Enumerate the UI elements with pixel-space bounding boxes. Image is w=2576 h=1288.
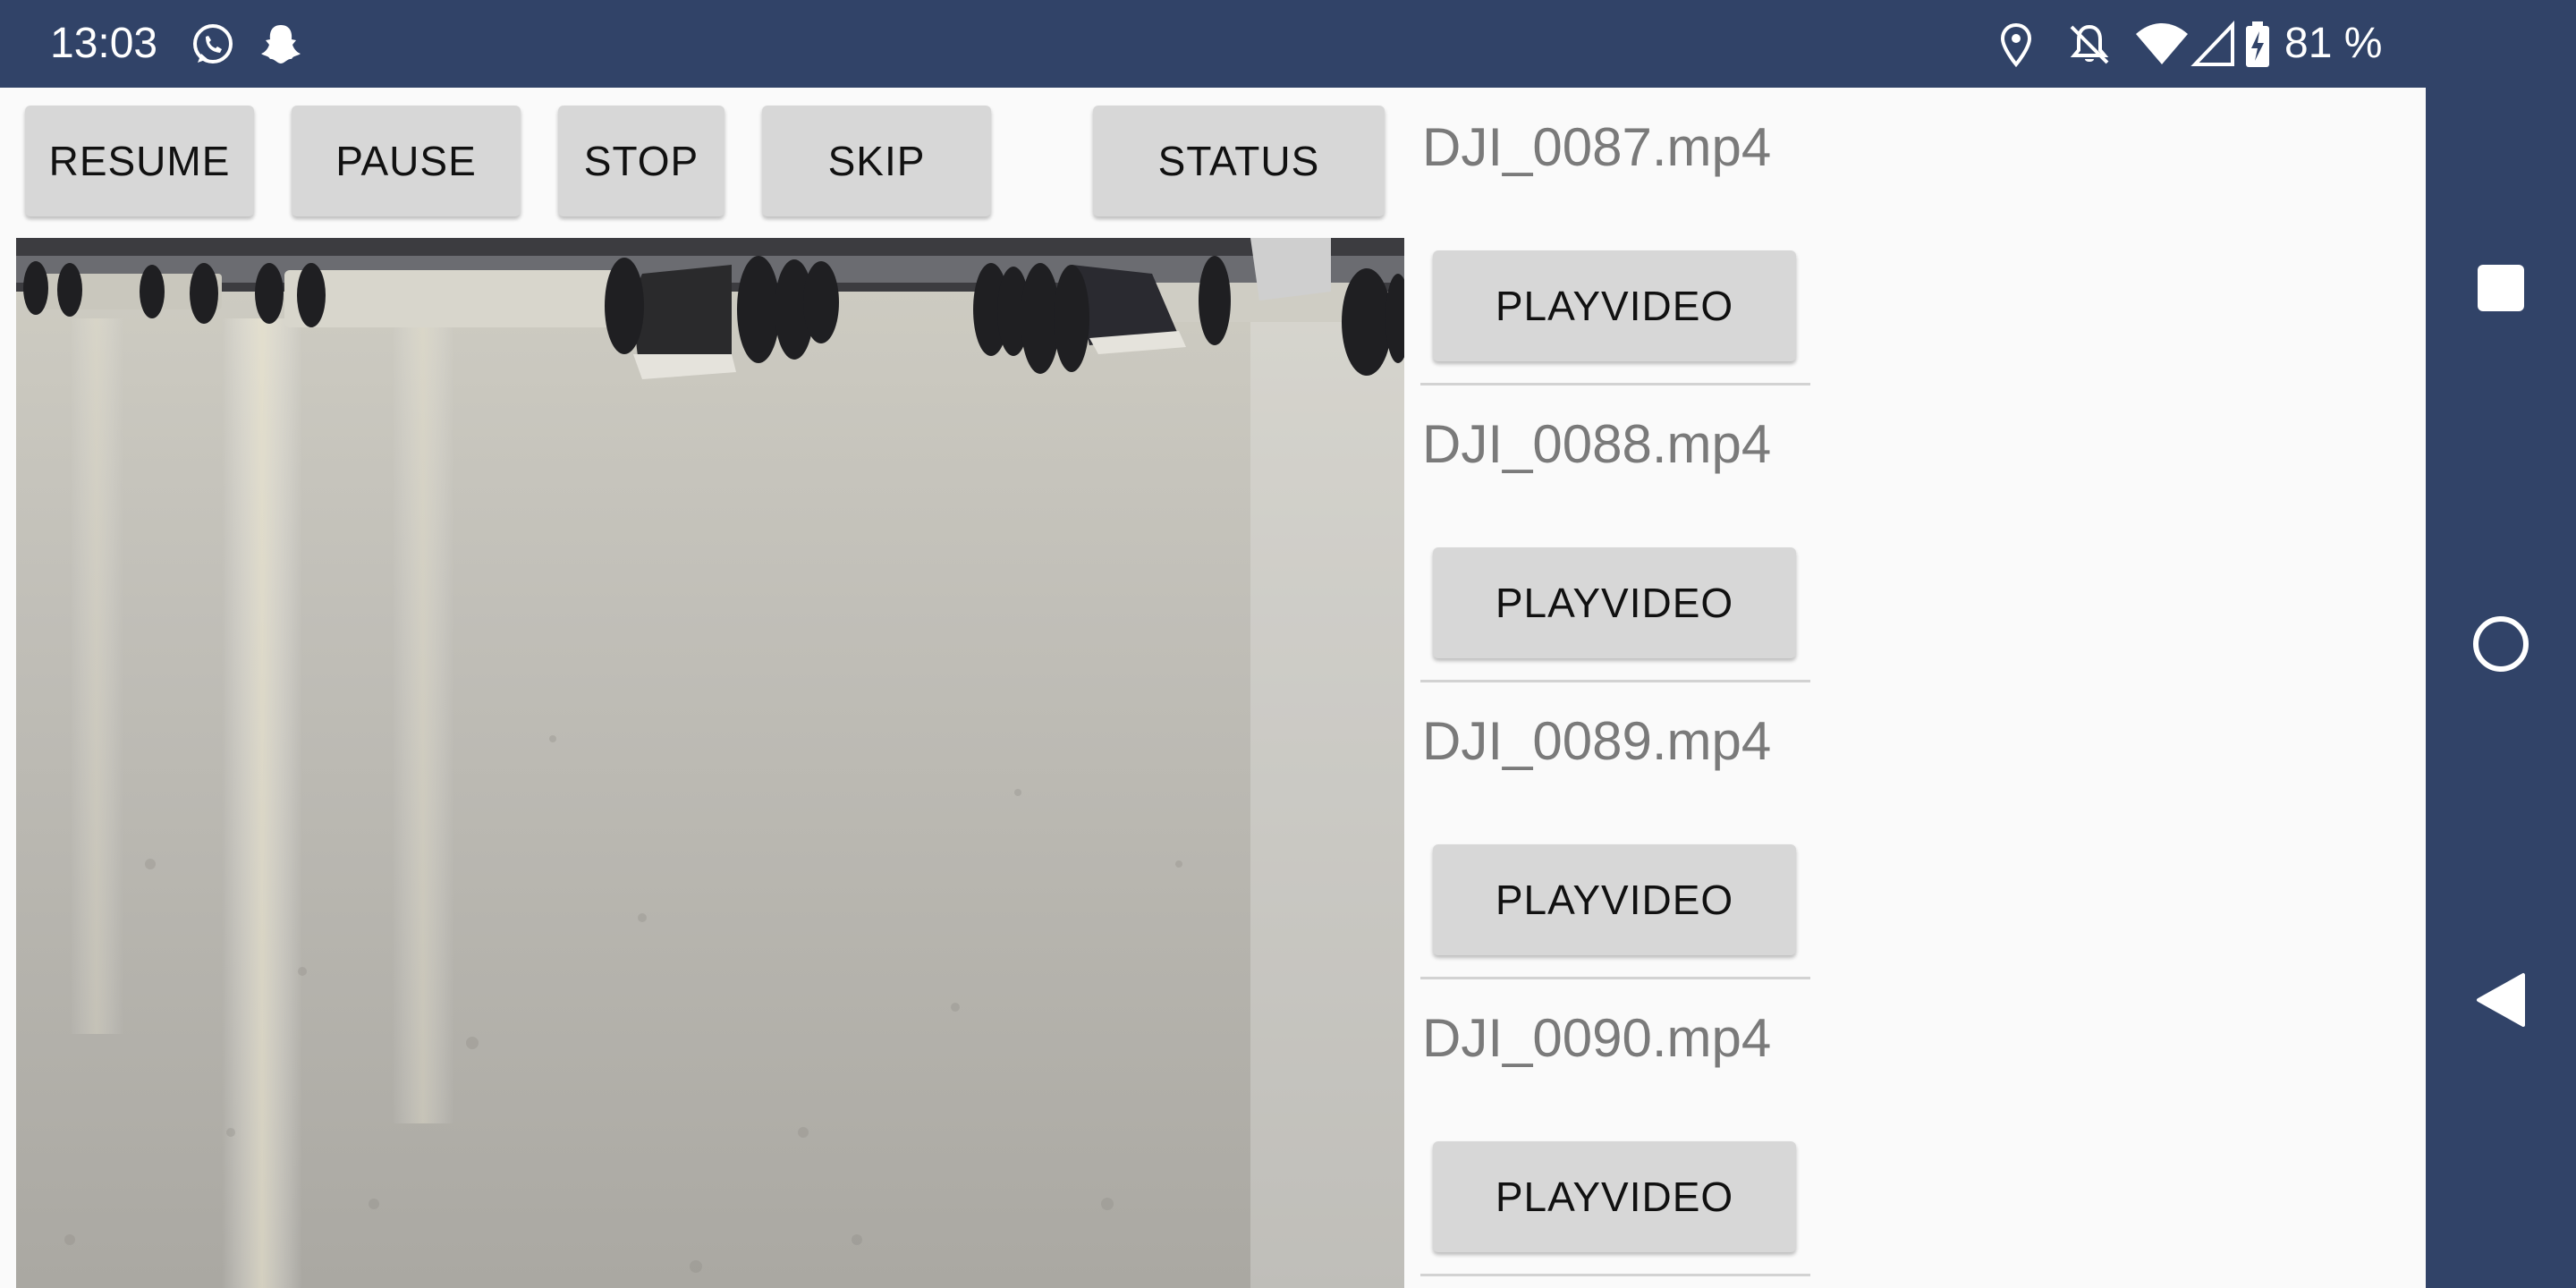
navigation-bar [2426, 0, 2576, 1288]
status-time: 13:03 [50, 20, 158, 67]
back-triangle-icon [2477, 973, 2525, 1027]
list-divider [1420, 680, 1810, 682]
video-filename: DJI_0089.mp4 [1422, 711, 1772, 771]
whatsapp-icon [193, 24, 233, 64]
home-circle-icon [2473, 616, 2529, 672]
battery-percent: 81 % [2284, 20, 2383, 67]
recents-button[interactable] [2426, 234, 2576, 342]
video-filename: DJI_0088.mp4 [1422, 414, 1772, 474]
back-button[interactable] [2426, 946, 2576, 1054]
pause-button[interactable]: PAUSE [292, 106, 521, 216]
wifi-icon [2136, 23, 2188, 64]
notifications-off-icon [2070, 24, 2109, 64]
battery-charging-icon [2246, 21, 2269, 67]
video-player[interactable] [16, 238, 1404, 1288]
home-button[interactable] [2426, 590, 2576, 698]
play-video-button[interactable]: PLAYVIDEO [1433, 1141, 1796, 1252]
status-bar: 13:03 81 % [0, 0, 2426, 88]
recents-square-icon [2478, 265, 2524, 311]
list-divider [1420, 1274, 1810, 1276]
video-filename: DJI_0087.mp4 [1422, 117, 1772, 177]
list-divider [1420, 977, 1810, 979]
stop-button[interactable]: STOP [558, 106, 724, 216]
app-content: RESUME PAUSE STOP SKIP STATUS DJI_0087.m… [0, 88, 2426, 1288]
video-frame-image [16, 238, 1404, 1288]
status-button[interactable]: STATUS [1093, 106, 1385, 216]
play-video-button[interactable]: PLAYVIDEO [1433, 547, 1796, 658]
list-divider [1420, 383, 1810, 386]
skip-button[interactable]: SKIP [762, 106, 991, 216]
play-video-button[interactable]: PLAYVIDEO [1433, 250, 1796, 361]
signal-icon [2190, 21, 2234, 66]
snapchat-icon [261, 25, 301, 64]
location-icon [2000, 22, 2032, 68]
video-filename: DJI_0090.mp4 [1422, 1008, 1772, 1068]
play-video-button[interactable]: PLAYVIDEO [1433, 844, 1796, 955]
resume-button[interactable]: RESUME [25, 106, 254, 216]
